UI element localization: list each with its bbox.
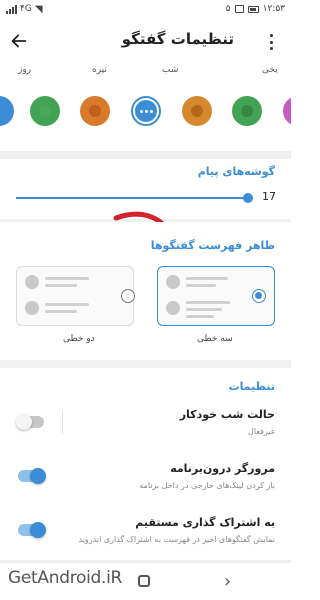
settings-row-in-app-browser[interactable]: مرورگر درون‌برنامه باز کردن لینک‌های خار… <box>0 456 291 510</box>
status-right: ۵ ۱۲:۵۳ <box>226 4 285 14</box>
direct-share-title: به اشتراک گذاری مستقیم <box>135 516 275 529</box>
arrow-left-icon[interactable] <box>8 30 30 52</box>
recents-icon[interactable] <box>138 575 150 587</box>
two-line-option[interactable] <box>16 266 135 326</box>
auto-night-toggle[interactable] <box>16 414 44 430</box>
preview-line <box>186 308 222 311</box>
preview-line <box>186 277 228 280</box>
settings-row-auto-night[interactable]: حالت شب خودکار غیرفعال <box>0 402 291 456</box>
app-bar: تنظیمات گفتگو <box>0 18 291 64</box>
signal-icon <box>6 4 17 14</box>
corners-slider-thumb[interactable] <box>243 193 253 203</box>
in-app-browser-subtitle: باز کردن لینک‌های خارجی در داخل برنامه <box>139 481 275 490</box>
divider <box>62 412 63 434</box>
navigation-bar: GetAndroid.iR › <box>0 562 291 600</box>
in-app-browser-title: مرورگر درون‌برنامه <box>170 462 275 475</box>
theme-swatch[interactable] <box>182 96 212 126</box>
wifi-icon: ◥ <box>34 3 43 15</box>
preview-line <box>45 303 89 306</box>
direct-share-toggle[interactable] <box>18 522 46 538</box>
page-title: تنظیمات گفتگو <box>121 30 234 48</box>
clock: ۱۲:۵۳ <box>262 4 285 14</box>
preview-avatar <box>25 301 39 315</box>
chevron-right-icon[interactable]: › <box>224 571 231 592</box>
more-vertical-icon[interactable] <box>267 34 275 50</box>
preview-line <box>186 301 230 304</box>
preview-line <box>45 284 77 287</box>
theme-label-day[interactable]: روز <box>18 65 31 75</box>
three-line-option[interactable] <box>157 266 275 326</box>
preview-line <box>45 277 89 280</box>
preview-line <box>45 310 77 313</box>
network-type: ۴G <box>20 4 32 14</box>
preview-line <box>186 284 216 287</box>
preview-avatar <box>166 275 180 289</box>
theme-label-dark[interactable]: تیره <box>92 65 107 75</box>
theme-swatch[interactable] <box>283 96 291 126</box>
theme-label-ice[interactable]: یخی <box>262 65 278 75</box>
theme-swatch[interactable] <box>0 96 14 126</box>
screen: ۴G ◥ ۵ ۱۲:۵۳ تنظیمات گفتگو روز تیره شب ی… <box>0 0 291 600</box>
preview-avatar <box>25 275 39 289</box>
three-line-label: سه خطی <box>197 334 233 344</box>
theme-swatch[interactable] <box>232 96 262 126</box>
two-line-radio[interactable] <box>121 289 135 303</box>
settings-section: تنظیمات حالت شب خودکار غیرفعال مرورگر در… <box>0 368 291 560</box>
preview-line <box>186 315 214 318</box>
status-bar: ۴G ◥ ۵ ۱۲:۵۳ <box>0 0 291 18</box>
preview-avatar <box>166 301 180 315</box>
status-left: ۴G ◥ <box>6 4 43 15</box>
theme-swatch[interactable] <box>80 96 110 126</box>
chat-list-look-section: ظاهر فهرست گفتگوها سه خطی دو خطی <box>0 222 291 360</box>
watermark: GetAndroid.iR <box>8 568 123 588</box>
theme-picker: روز تیره شب یخی <box>0 64 291 151</box>
theme-swatch[interactable] <box>30 96 60 126</box>
theme-label-night[interactable]: شب <box>162 65 178 75</box>
theme-labels: روز تیره شب یخی <box>0 64 291 80</box>
auto-night-title: حالت شب خودکار <box>179 408 275 421</box>
battery-icon <box>247 5 259 13</box>
message-corners-title: گوشه‌های پیام <box>197 165 275 178</box>
image-notification-icon <box>234 5 244 13</box>
chat-list-look-title: ظاهر فهرست گفتگوها <box>150 239 275 252</box>
direct-share-subtitle: نمایش گفتگوهای اخیر در فهرست به اشتراک گ… <box>78 535 275 544</box>
settings-title: تنظیمات <box>228 380 275 393</box>
corners-slider-track[interactable] <box>16 197 248 199</box>
three-line-radio[interactable] <box>252 289 266 303</box>
corners-slider-value: 17 <box>262 190 276 203</box>
notification-count: ۵ <box>225 4 231 14</box>
auto-night-subtitle: غیرفعال <box>248 427 275 436</box>
two-line-label: دو خطی <box>63 334 95 344</box>
more-horizontal-icon <box>135 100 157 122</box>
theme-swatches <box>0 92 291 132</box>
in-app-browser-toggle[interactable] <box>18 468 46 484</box>
theme-swatch-selected[interactable] <box>131 96 161 126</box>
settings-row-direct-share[interactable]: به اشتراک گذاری مستقیم نمایش گفتگوهای اخ… <box>0 510 291 564</box>
